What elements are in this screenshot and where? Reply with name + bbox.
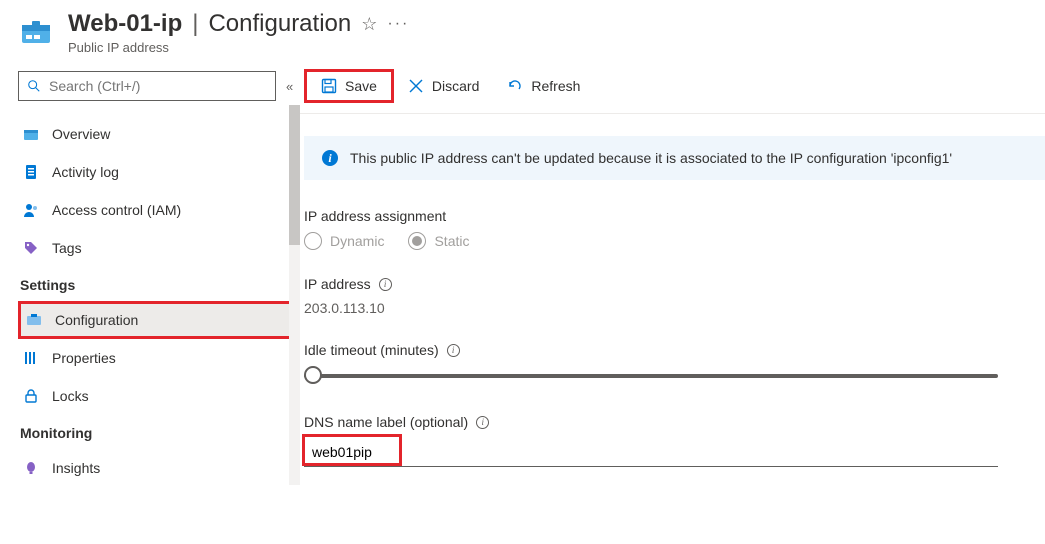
nav-label: Access control (IAM) [52,202,181,218]
refresh-button[interactable]: Refresh [493,72,594,100]
tags-icon [22,239,40,257]
insights-icon [22,459,40,477]
dns-label: DNS name label (optional) i [304,414,1045,430]
nav-configuration[interactable]: Configuration [18,301,300,339]
properties-icon [22,349,40,367]
nav-label: Configuration [55,312,138,328]
collapse-sidebar-icon[interactable]: « [286,79,293,94]
sidebar-scrollbar[interactable] [289,105,300,485]
info-tooltip-icon[interactable]: i [447,344,460,357]
refresh-icon [507,78,523,94]
search-input[interactable] [49,78,267,94]
info-tooltip-icon[interactable]: i [476,416,489,429]
page-title: Configuration [208,10,351,38]
nav-group-monitoring: Monitoring [18,415,300,449]
nav-label: Locks [52,388,89,404]
nav-overview[interactable]: Overview [18,115,300,153]
public-ip-icon [18,15,54,51]
save-button[interactable]: Save [304,69,394,103]
sidebar-nav: Overview Activity log Access control (IA… [18,115,300,487]
assignment-radios: Dynamic Static [304,232,1045,250]
more-actions-icon[interactable]: ··· [387,15,409,33]
main-content: Save Discard Refresh i This public IP ad… [300,59,1045,535]
info-icon: i [322,150,338,166]
nav-label: Insights [52,460,100,476]
assignment-label: IP address assignment [304,208,1045,224]
nav-insights[interactable]: Insights [18,449,300,487]
access-control-icon [22,201,40,219]
sidebar-search[interactable] [18,71,276,101]
nav-label: Activity log [52,164,119,180]
nav-label: Tags [52,240,82,256]
favorite-star-icon[interactable]: ☆ [361,14,377,35]
ip-address-value: 203.0.113.10 [304,300,1045,316]
nav-activity-log[interactable]: Activity log [18,153,300,191]
idle-timeout-slider[interactable] [304,366,998,386]
refresh-label: Refresh [531,78,580,94]
nav-label: Properties [52,350,116,366]
discard-label: Discard [432,78,479,94]
nav-label: Overview [52,126,110,142]
page-header: Web-01-ip | Configuration ☆ ··· Public I… [0,0,1045,59]
activity-log-icon [22,163,40,181]
sidebar: « Overview Activity log Access control (… [0,59,300,535]
ip-address-label: IP address i [304,276,1045,292]
radio-static: Static [408,232,469,250]
nav-tags[interactable]: Tags [18,229,300,267]
idle-timeout-label: Idle timeout (minutes) i [304,342,1045,358]
nav-group-settings: Settings [18,267,300,301]
discard-button[interactable]: Discard [394,72,493,100]
resource-name: Web-01-ip [68,10,182,38]
command-bar: Save Discard Refresh [300,59,1045,114]
discard-icon [408,78,424,94]
info-banner: i This public IP address can't be update… [304,136,1045,180]
locks-icon [22,387,40,405]
nav-access-control[interactable]: Access control (IAM) [18,191,300,229]
dns-name-input[interactable] [304,438,998,467]
overview-icon [22,125,40,143]
configuration-icon [25,311,43,329]
info-tooltip-icon[interactable]: i [379,278,392,291]
resource-type: Public IP address [68,40,1027,55]
search-icon [27,79,41,93]
info-text: This public IP address can't be updated … [350,150,952,166]
title-separator: | [192,10,198,38]
nav-locks[interactable]: Locks [18,377,300,415]
save-label: Save [345,78,377,94]
save-icon [321,78,337,94]
nav-properties[interactable]: Properties [18,339,300,377]
radio-dynamic: Dynamic [304,232,384,250]
